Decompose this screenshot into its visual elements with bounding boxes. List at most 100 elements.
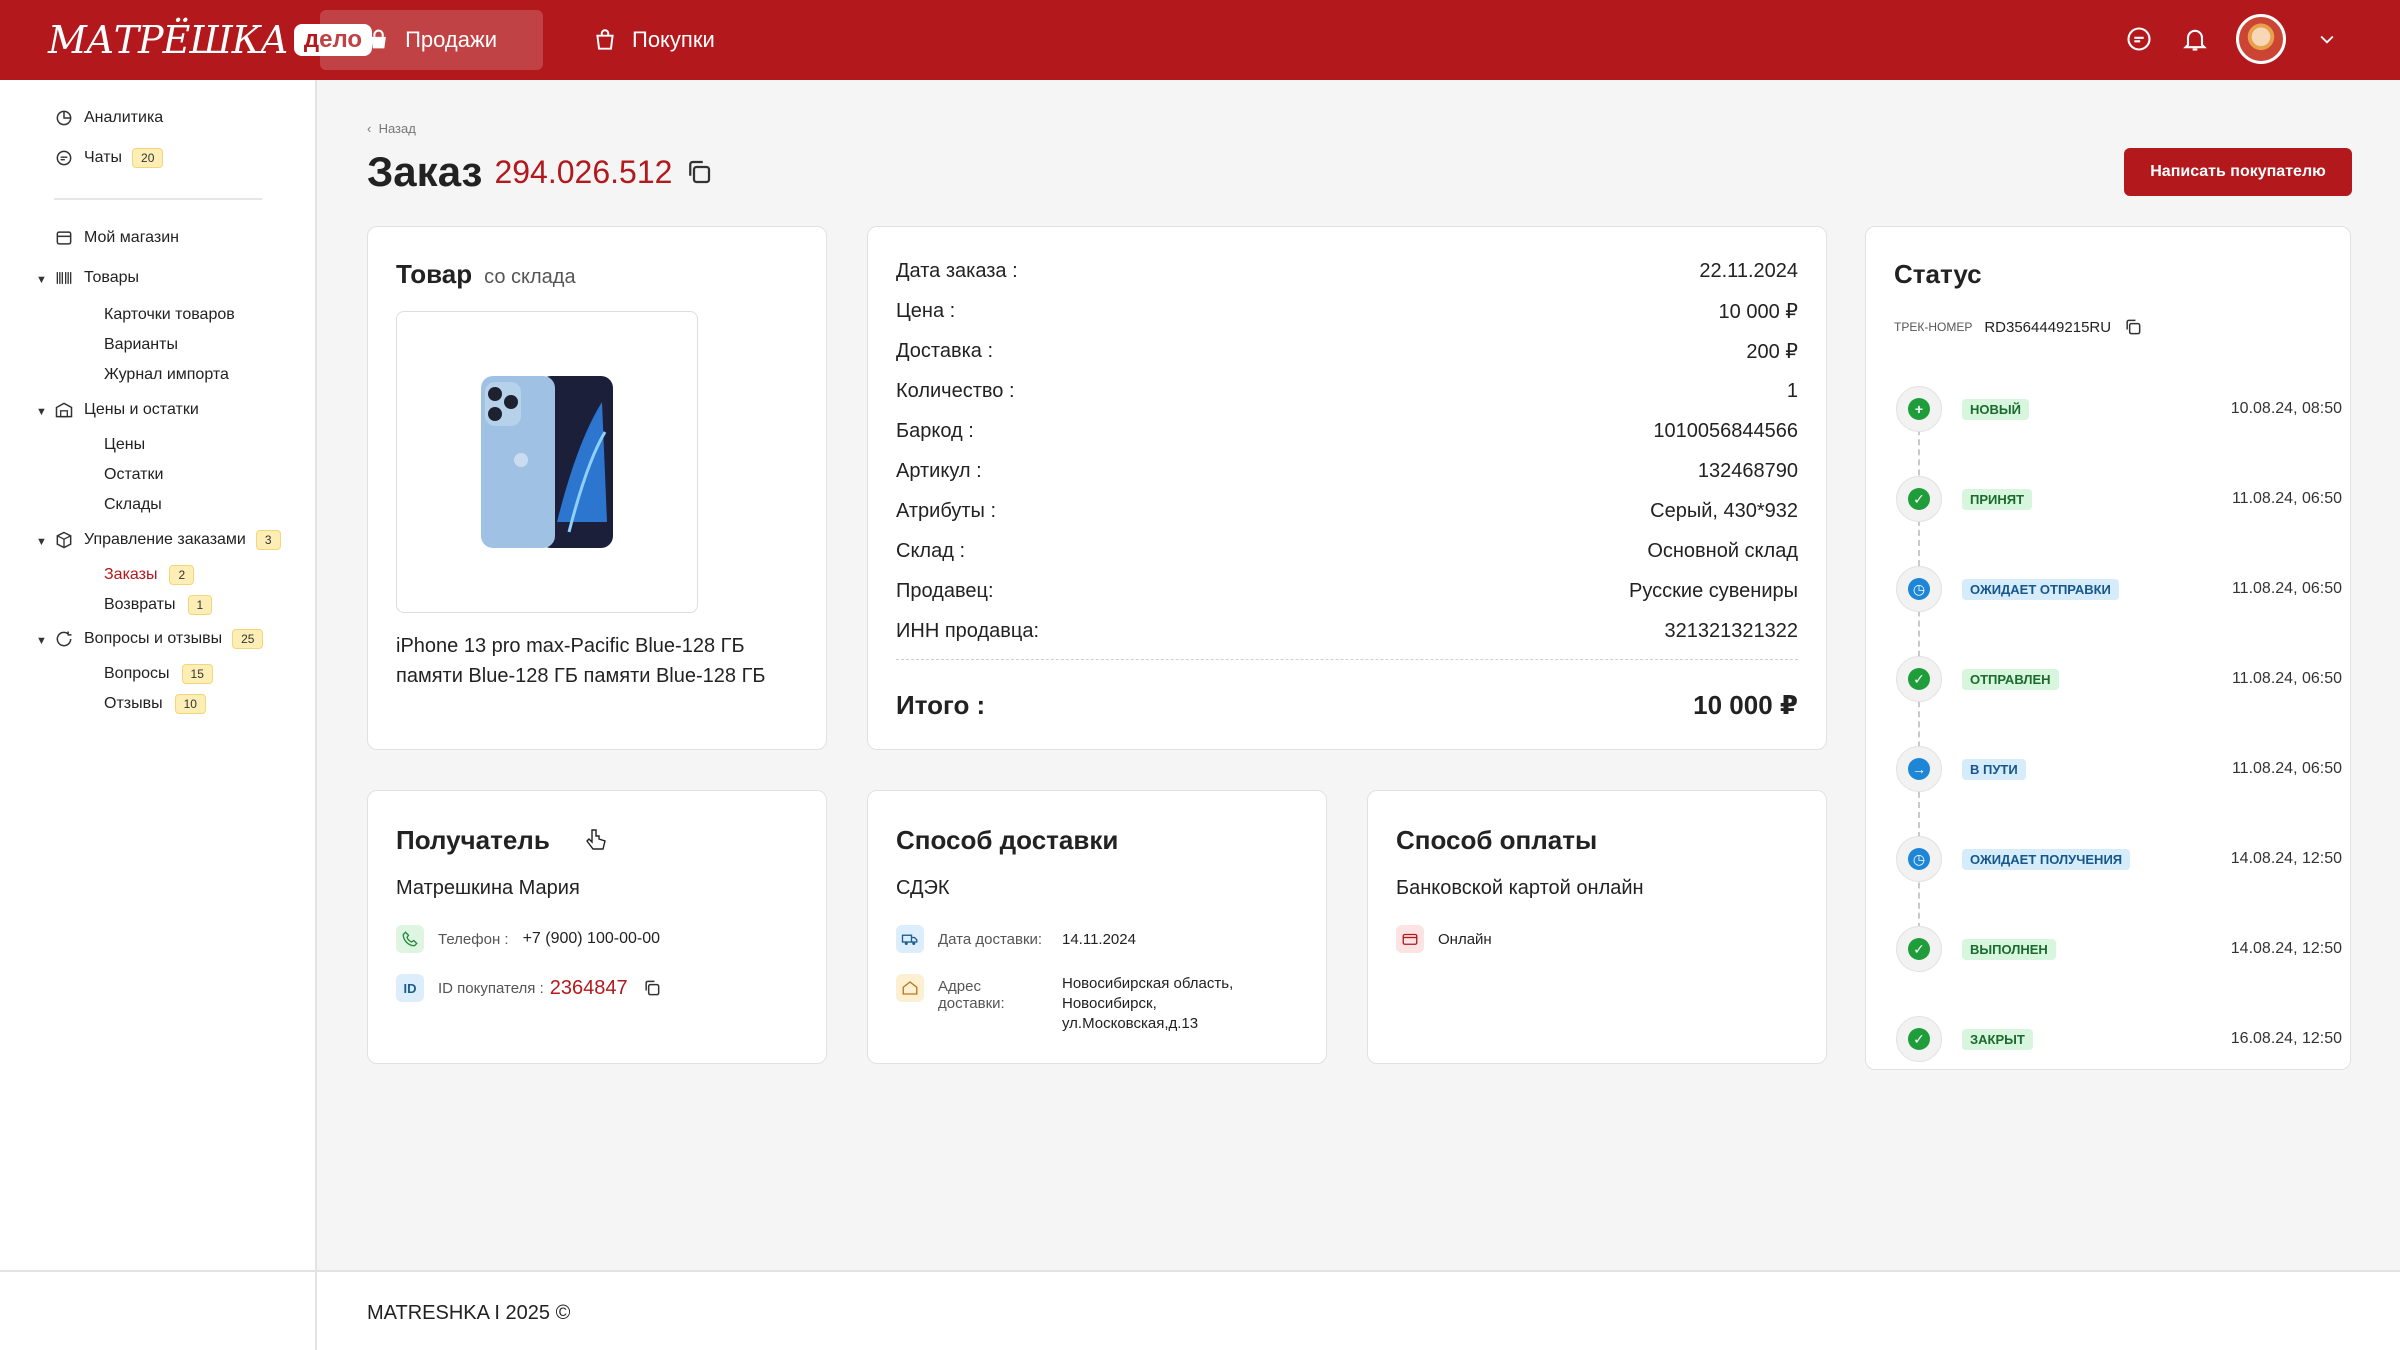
detail-value: 200 ₽ bbox=[1746, 340, 1798, 363]
check-circle-icon: ✓ bbox=[1896, 476, 1942, 522]
caret-down-icon[interactable]: ▼ bbox=[36, 406, 47, 418]
caret-down-icon[interactable]: ▼ bbox=[36, 635, 47, 647]
status-item: + Новый 10.08.24, 08:50 bbox=[1896, 384, 2342, 434]
copy-icon[interactable] bbox=[642, 978, 662, 998]
product-card: Товар со склада iPhone 13 pro max-Pacifi… bbox=[367, 226, 827, 750]
back-link[interactable]: ‹ Назад bbox=[367, 121, 416, 136]
status-item: ✓ Выполнен 14.08.24, 12:50 bbox=[1896, 924, 2342, 974]
total-row: Итого : 10 000 ₽ bbox=[896, 685, 1798, 725]
detail-label: Цена : bbox=[896, 299, 956, 322]
sidebar-subitem-label: Варианты bbox=[104, 336, 178, 353]
chevron-down-icon[interactable] bbox=[2312, 24, 2342, 54]
chat-icon[interactable] bbox=[2124, 24, 2154, 54]
sidebar-item-orders-management[interactable]: Управление заказами 3 bbox=[54, 530, 281, 550]
clock-icon: ◷ bbox=[1896, 566, 1942, 612]
sidebar-subitem-variants[interactable]: Варианты bbox=[104, 336, 178, 354]
recipient-title: Получатель bbox=[396, 825, 550, 855]
sidebar-item-label: Цены и остатки bbox=[84, 401, 199, 418]
chat-icon bbox=[56, 150, 72, 166]
tab-purchases-label: Покупки bbox=[632, 27, 715, 52]
card-icon bbox=[1396, 925, 1424, 953]
product-image[interactable] bbox=[396, 311, 698, 613]
sidebar-subitem-returns[interactable]: Возвраты 1 bbox=[104, 595, 213, 615]
detail-label: Доставка : bbox=[896, 339, 994, 362]
check-circle-icon: ✓ bbox=[1896, 926, 1942, 972]
sidebar-item-goods[interactable]: Товары bbox=[54, 268, 139, 288]
avatar[interactable] bbox=[2236, 14, 2286, 64]
check-circle-icon: ✓ bbox=[1896, 1016, 1942, 1062]
detail-label: Баркод : bbox=[896, 419, 974, 442]
phone-image bbox=[481, 376, 613, 548]
tab-sales[interactable]: Продажи bbox=[320, 10, 543, 70]
delivery-date-label: Дата доставки: bbox=[938, 930, 1043, 948]
detail-row: Цена : 10 000 ₽ bbox=[896, 291, 1798, 331]
status-badge: Закрыт bbox=[1962, 1028, 2033, 1050]
home-icon bbox=[896, 974, 924, 1002]
status-item: ✓ Принят 11.08.24, 06:50 bbox=[1896, 474, 2342, 524]
sidebar-subitem-cards[interactable]: Карточки товаров bbox=[104, 306, 235, 324]
detail-value: Основной склад bbox=[1647, 539, 1798, 562]
sidebar-subitem-prices[interactable]: Цены bbox=[104, 436, 145, 454]
order-details-card: Дата заказа : 22.11.2024 Цена : 10 000 ₽ Дос… bbox=[867, 226, 1827, 750]
detail-row: Количество : 1 bbox=[896, 371, 1798, 411]
tab-purchases[interactable]: Покупки bbox=[590, 10, 761, 70]
clock-icon: ◷ bbox=[1896, 836, 1942, 882]
sidebar-item-label: Чаты bbox=[84, 149, 123, 166]
sidebar-item-qa[interactable]: Вопросы и отзывы 25 bbox=[54, 629, 264, 649]
main-content: ‹ Назад Заказ 294.026.512 Написать покуп… bbox=[317, 80, 2400, 1270]
status-badge: Отправлен bbox=[1962, 668, 2059, 690]
detail-value: 321321321322 bbox=[1664, 619, 1798, 642]
delivery-address: Адрес доставки: Новосибирская область, Н… bbox=[896, 974, 1233, 1034]
footer: MATRESHKA I 2025 © bbox=[317, 1270, 2400, 1350]
sidebar-subitem-orders[interactable]: Заказы 2 bbox=[104, 565, 195, 585]
address-line: ул.Московская,д.13 bbox=[1062, 1015, 1199, 1032]
total-value: 10 000 ₽ bbox=[1693, 689, 1798, 720]
footer-sidebar bbox=[0, 1270, 317, 1350]
top-bar: МАТРЁШКА дело Продажи Покупки bbox=[0, 0, 2400, 80]
sidebar-subitem-stock[interactable]: Остатки bbox=[104, 466, 163, 484]
product-card-title: Товар bbox=[396, 259, 473, 289]
sidebar-subitem-reviews[interactable]: Отзывы 10 bbox=[104, 694, 206, 714]
count-badge: 1 bbox=[187, 595, 213, 615]
status-time: 10.08.24, 08:50 bbox=[2230, 400, 2342, 417]
sidebar-subitem-questions[interactable]: Вопросы 15 bbox=[104, 664, 213, 684]
sidebar-item-prices[interactable]: Цены и остатки bbox=[54, 400, 199, 420]
sidebar-subitem-label: Остатки bbox=[104, 466, 164, 483]
status-badge: Ожидает отправки bbox=[1962, 578, 2119, 600]
phone-label: Телефон : bbox=[438, 930, 509, 948]
sidebar-subitem-label: Отзывы bbox=[104, 695, 163, 712]
sidebar: Аналитика Чаты 20 Мой магазин ▼ Товары К… bbox=[0, 80, 317, 1270]
detail-label: Артикул : bbox=[896, 459, 982, 482]
write-buyer-button[interactable]: Написать покупателю bbox=[2124, 148, 2352, 196]
sidebar-subitem-import-log[interactable]: Журнал импорта bbox=[104, 366, 229, 384]
sidebar-subitem-warehouses[interactable]: Склады bbox=[104, 496, 162, 514]
payment-method: Банковской картой онлайн bbox=[1396, 877, 1644, 899]
detail-value: 22.11.2024 bbox=[1699, 259, 1798, 282]
delivery-method: СДЭК bbox=[896, 877, 950, 899]
copy-icon[interactable] bbox=[684, 157, 714, 187]
detail-row: Артикул : 132468790 bbox=[896, 451, 1798, 491]
count-badge: 25 bbox=[232, 629, 264, 649]
bell-icon[interactable] bbox=[2180, 24, 2210, 54]
status-item: ✓ Отправлен 11.08.24, 06:50 bbox=[1896, 654, 2342, 704]
caret-down-icon[interactable]: ▼ bbox=[36, 274, 47, 286]
status-item: ◷ Ожидает получения 14.08.24, 12:50 bbox=[1896, 834, 2342, 884]
copy-icon[interactable] bbox=[2123, 317, 2143, 337]
detail-label: Продавец: bbox=[896, 579, 994, 602]
sidebar-item-my-shop[interactable]: Мой магазин bbox=[54, 228, 179, 248]
delivery-date: Дата доставки: 14.11.2024 bbox=[896, 925, 1136, 953]
sidebar-item-chats[interactable]: Чаты 20 bbox=[54, 148, 164, 168]
sidebar-item-analytics[interactable]: Аналитика bbox=[54, 108, 163, 128]
status-card: Статус ТРЕК-НОМЕР RD3564449215RU + Новый 1… bbox=[1865, 226, 2351, 1070]
detail-value: Русские сувениры bbox=[1629, 579, 1798, 602]
status-badge: В пути bbox=[1962, 758, 2026, 780]
status-item: ✓ Закрыт 16.08.24, 12:50 bbox=[1896, 1014, 2342, 1064]
divider bbox=[54, 198, 262, 200]
caret-down-icon[interactable]: ▼ bbox=[36, 536, 47, 548]
divider bbox=[896, 659, 1798, 660]
detail-row: Доставка : 200 ₽ bbox=[896, 331, 1798, 371]
details-list: Дата заказа : 22.11.2024 Цена : 10 000 ₽ Дос… bbox=[896, 251, 1798, 651]
detail-row: Продавец: Русские сувениры bbox=[896, 571, 1798, 611]
sidebar-item-label: Вопросы и отзывы bbox=[84, 630, 223, 647]
status-time: 11.08.24, 06:50 bbox=[2231, 580, 2342, 597]
